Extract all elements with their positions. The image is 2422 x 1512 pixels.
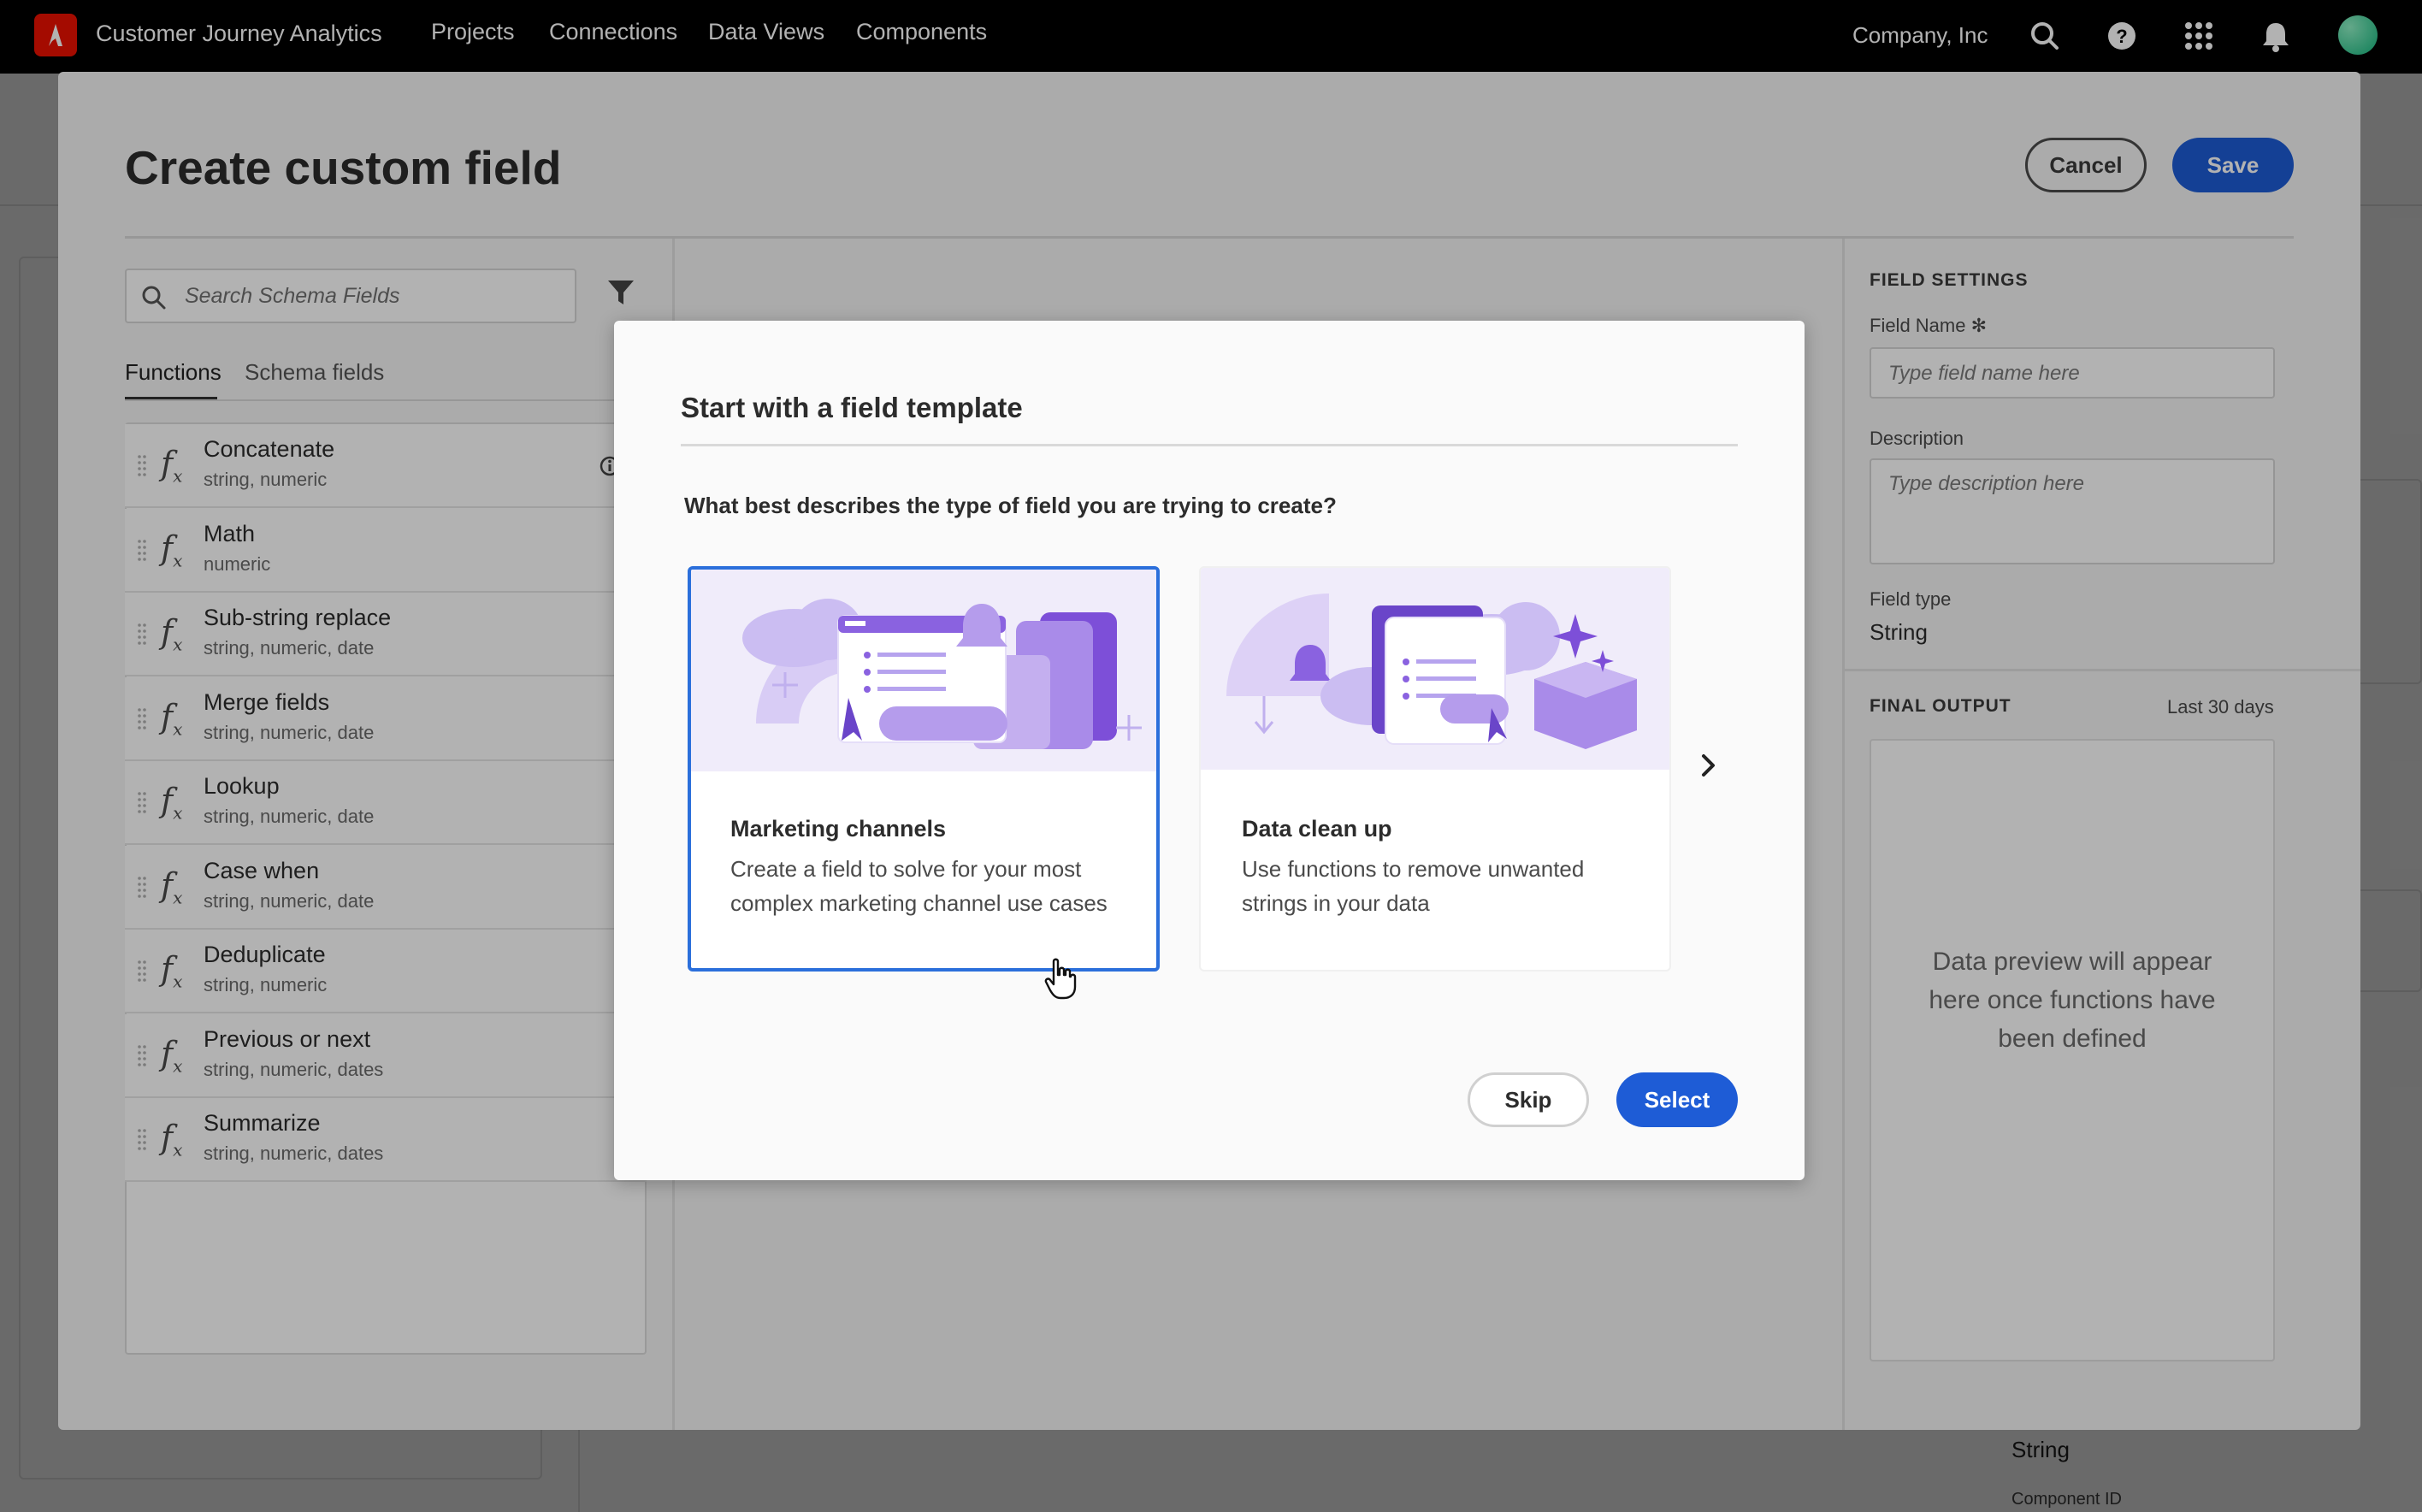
select-button[interactable]: Select (1616, 1072, 1738, 1127)
data-cleanup-illustration-icon (1201, 568, 1669, 770)
hand-cursor-icon (1043, 958, 1078, 1005)
chevron-right-icon[interactable] (1698, 753, 1719, 783)
dialog-question: What best describes the type of field yo… (684, 493, 1337, 518)
card-title: Marketing channels (730, 816, 947, 842)
card-description: Create a field to solve for your most co… (730, 856, 1108, 916)
skip-button[interactable]: Skip (1468, 1072, 1589, 1127)
template-card-data-clean-up[interactable]: Data clean up Use functions to remove un… (1199, 566, 1671, 972)
dialog-title: Start with a field template (681, 392, 1023, 423)
divider (681, 444, 1738, 446)
marketing-illustration-icon (691, 570, 1156, 771)
card-title: Data clean up (1242, 816, 1392, 842)
template-card-marketing-channels[interactable]: Marketing channels Create a field to sol… (688, 566, 1160, 972)
card-description: Use functions to remove unwanted strings… (1242, 856, 1585, 916)
